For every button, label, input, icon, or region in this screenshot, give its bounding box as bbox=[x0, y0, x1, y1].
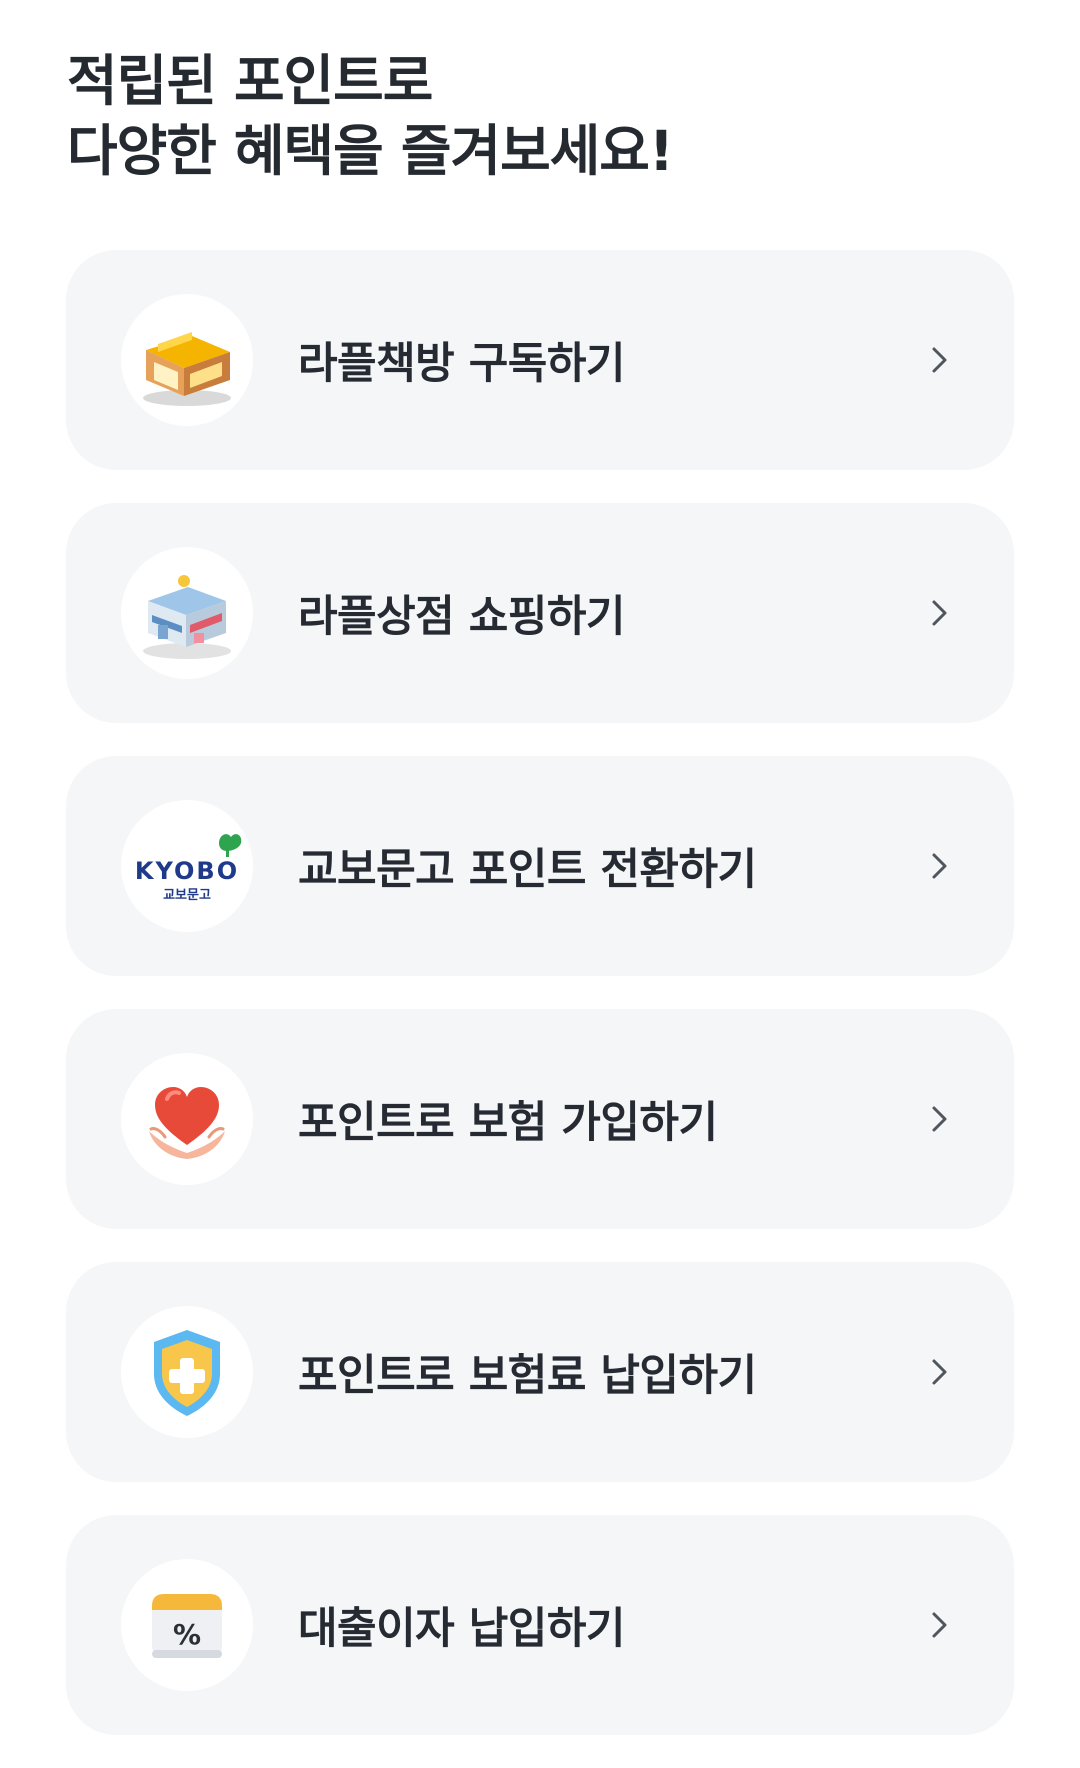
benefit-item-label: 라플책방 구독하기 bbox=[298, 339, 625, 389]
benefit-item-insurance-premium[interactable]: 포인트로 보험료 납입하기 bbox=[66, 1262, 1014, 1482]
chevron-right-icon bbox=[932, 1612, 947, 1638]
chevron-right-icon bbox=[932, 600, 947, 626]
page-title-line1: 적립된 포인트로 bbox=[67, 49, 433, 113]
kyobo-logo-subtext: 교보문고 bbox=[163, 888, 211, 903]
benefit-item-kyobo-points[interactable]: KYOBO 교보문고 교보문고 포인트 전환하기 bbox=[66, 756, 1014, 976]
benefit-item-loan-interest[interactable]: % 대출이자 납입하기 bbox=[66, 1515, 1014, 1735]
benefit-item-label: 대출이자 납입하기 bbox=[298, 1604, 625, 1654]
page-header: 적립된 포인트로 다양한 혜택을 즐겨보세요! bbox=[67, 46, 1007, 186]
chevron-right-icon bbox=[932, 1106, 947, 1132]
benefit-item-label: 라플상점 쇼핑하기 bbox=[298, 592, 625, 642]
benefit-item-label: 포인트로 보험료 납입하기 bbox=[298, 1351, 757, 1401]
shop-building-icon bbox=[121, 547, 253, 679]
benefit-item-insurance-signup[interactable]: 포인트로 보험 가입하기 bbox=[66, 1009, 1014, 1229]
benefit-item-shop[interactable]: 라플상점 쇼핑하기 bbox=[66, 503, 1014, 723]
percent-calendar-icon: % bbox=[121, 1559, 253, 1691]
benefit-list: 라플책방 구독하기 라플상점 쇼핑하기 KYOBO 교보문고 교보문고 포인트 … bbox=[66, 250, 1014, 1768]
benefit-item-label: 포인트로 보험 가입하기 bbox=[298, 1098, 718, 1148]
chevron-right-icon bbox=[932, 853, 947, 879]
benefit-item-label: 교보문고 포인트 전환하기 bbox=[298, 845, 757, 895]
shield-plus-icon bbox=[121, 1306, 253, 1438]
chevron-right-icon bbox=[932, 1359, 947, 1385]
page-title-line2: 다양한 혜택을 즐겨보세요! bbox=[67, 119, 674, 183]
percent-glyph: % bbox=[173, 1618, 201, 1651]
kyobo-logo-text: KYOBO bbox=[135, 857, 239, 885]
bookstore-building-icon bbox=[121, 294, 253, 426]
chevron-right-icon bbox=[932, 347, 947, 373]
heart-in-hands-icon bbox=[121, 1053, 253, 1185]
kyobo-logo-icon: KYOBO 교보문고 bbox=[121, 800, 253, 932]
benefit-item-bookstore-subscribe[interactable]: 라플책방 구독하기 bbox=[66, 250, 1014, 470]
